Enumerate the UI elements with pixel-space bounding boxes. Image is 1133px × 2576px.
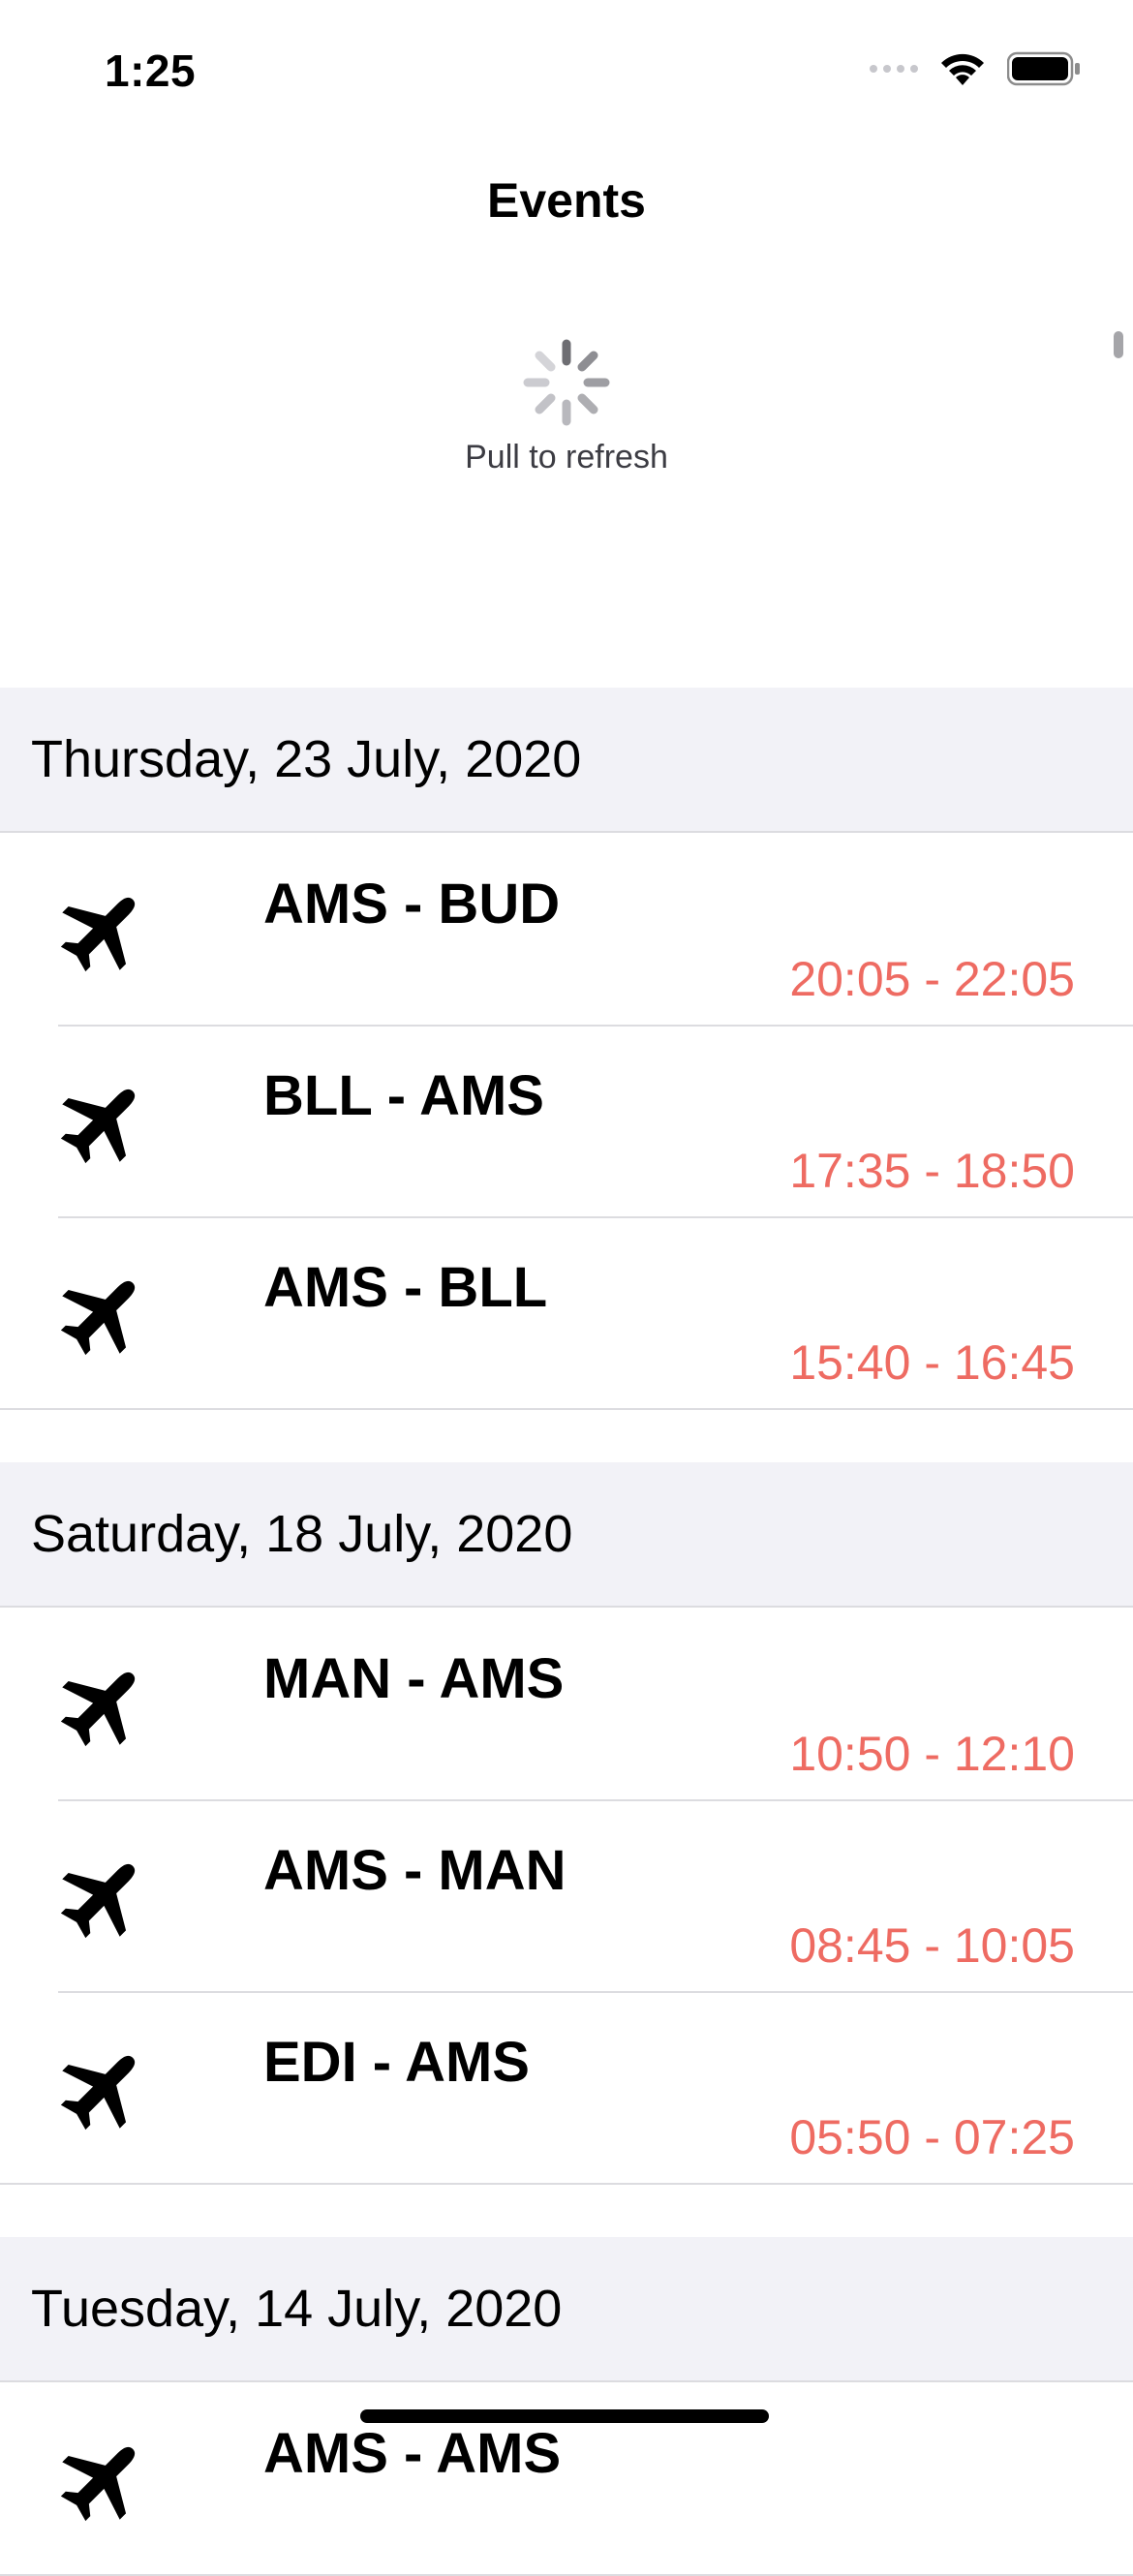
battery-icon (1007, 51, 1080, 86)
flight-route: AMS - BUD (263, 873, 561, 935)
event-row[interactable]: MAN - AMS 10:50 - 12:10 (0, 1608, 1133, 1799)
airplane-icon (60, 897, 136, 972)
flight-times: 17:35 - 18:50 (789, 1144, 1075, 1198)
section-date: Tuesday, 14 July, 2020 (31, 2280, 563, 2338)
flight-route: EDI - AMS (263, 2031, 530, 2094)
event-section: Thursday, 23 July, 2020 AMS - BUD 20:05 … (0, 688, 1133, 1410)
section-header: Thursday, 23 July, 2020 (0, 688, 1133, 833)
airplane-icon (60, 2446, 136, 2522)
status-time: 1:25 (105, 46, 197, 96)
event-row[interactable]: AMS - MAN 08:45 - 10:05 (0, 1799, 1133, 1991)
airplane-icon (60, 1671, 136, 1747)
home-indicator[interactable] (360, 2409, 769, 2423)
flight-route: AMS - AMS (263, 2422, 562, 2485)
flight-times: 15:40 - 16:45 (789, 1335, 1075, 1390)
flight-route: BLL - AMS (263, 1064, 544, 1127)
event-section: Saturday, 18 July, 2020 MAN - AMS 10:50 … (0, 1462, 1133, 2185)
airplane-icon (60, 1280, 136, 1356)
scroll-indicator[interactable] (1114, 331, 1123, 358)
section-date: Thursday, 23 July, 2020 (31, 730, 582, 788)
flight-times: 08:45 - 10:05 (789, 1918, 1075, 1973)
flight-times: 20:05 - 22:05 (789, 952, 1075, 1006)
flight-route: AMS - MAN (263, 1839, 566, 1902)
flight-times: 05:50 - 07:25 (789, 2110, 1075, 2164)
event-row[interactable]: EDI - AMS 05:50 - 07:25 (0, 1991, 1133, 2183)
flight-times: 10:50 - 12:10 (789, 1727, 1075, 1781)
activity-spinner-icon (523, 339, 610, 426)
flight-route: AMS - BLL (263, 1256, 548, 1319)
section-header: Saturday, 18 July, 2020 (0, 1462, 1133, 1608)
wifi-icon (941, 53, 984, 85)
cellular-signal-icon (870, 65, 918, 73)
airplane-icon (60, 1863, 136, 1939)
status-bar: 1:25 (0, 0, 1133, 136)
pull-to-refresh[interactable]: Pull to refresh (0, 334, 1133, 476)
page-title: Events (487, 173, 646, 228)
status-icons (870, 50, 1081, 87)
section-header: Tuesday, 14 July, 2020 (0, 2237, 1133, 2382)
airplane-icon (60, 2055, 136, 2131)
refresh-label: Pull to refresh (465, 439, 668, 475)
event-row[interactable]: AMS - BUD 20:05 - 22:05 (0, 833, 1133, 1025)
flight-route: MAN - AMS (263, 1647, 565, 1710)
event-row[interactable]: AMS - BLL 15:40 - 16:45 (0, 1216, 1133, 1408)
section-date: Saturday, 18 July, 2020 (31, 1505, 573, 1563)
event-row[interactable]: BLL - AMS 17:35 - 18:50 (0, 1025, 1133, 1216)
events-list: Thursday, 23 July, 2020 AMS - BUD 20:05 … (0, 688, 1133, 2576)
airplane-icon (60, 1089, 136, 1164)
event-section: Tuesday, 14 July, 2020 AMS - AMS (0, 2237, 1133, 2576)
